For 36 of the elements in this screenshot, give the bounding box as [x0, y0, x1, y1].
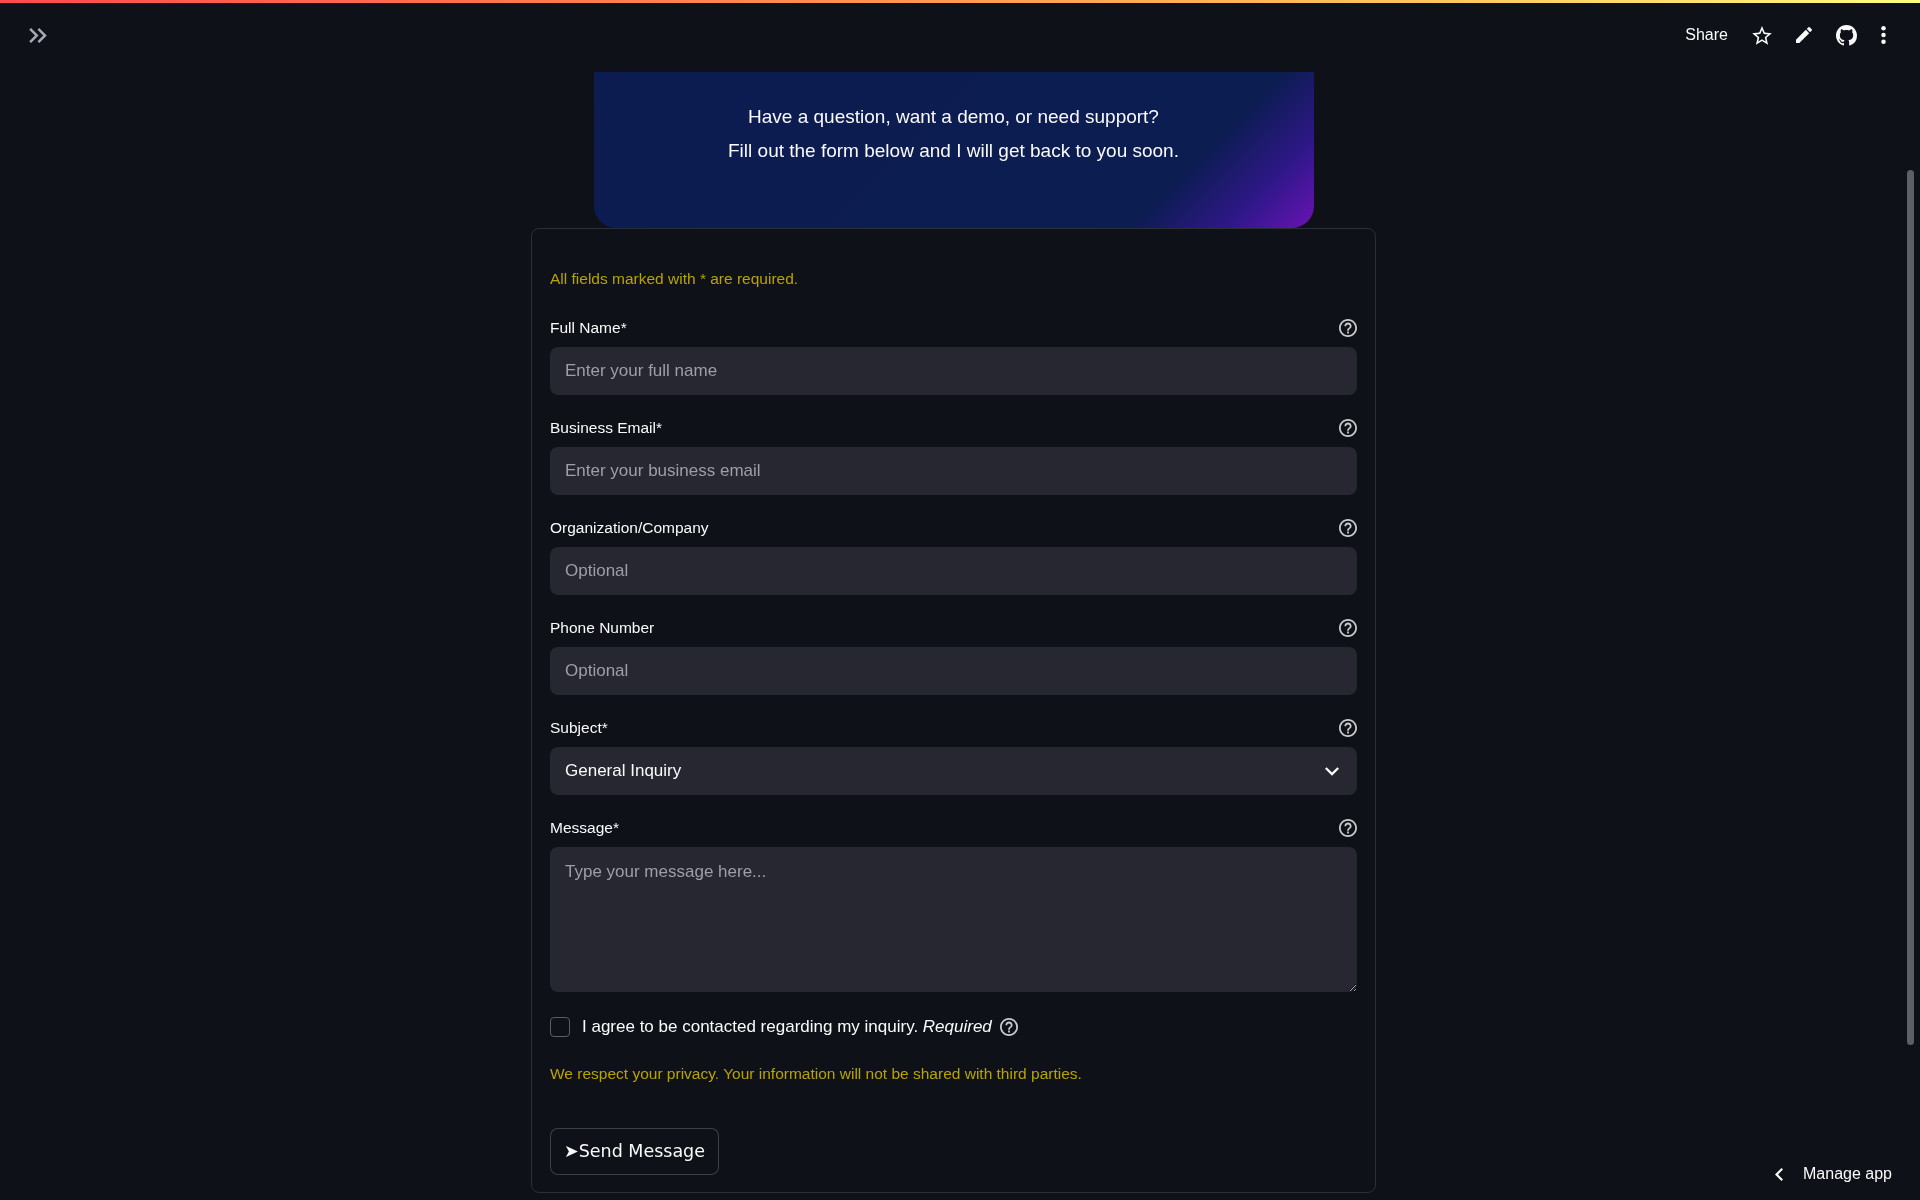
help-icon[interactable]	[1339, 519, 1357, 537]
field-label: Full Name*	[550, 318, 627, 338]
help-icon[interactable]	[1339, 619, 1357, 637]
field-label: Business Email*	[550, 418, 662, 438]
send-message-button[interactable]: ➤Send Message	[550, 1128, 719, 1175]
field-label: Organization/Company	[550, 518, 709, 538]
input-field[interactable]: Optional	[550, 547, 1357, 595]
required-note: All fields marked with * are required.	[550, 269, 799, 289]
kebab-menu-icon[interactable]	[1881, 26, 1886, 44]
banner-text: Have a question, want a demo, or need support?	[748, 105, 1159, 129]
banner-text: Fill out the form below and I will get back to you soon.	[728, 139, 1179, 163]
pencil-icon[interactable]	[1796, 27, 1812, 43]
help-icon[interactable]	[1339, 819, 1357, 837]
star-icon[interactable]	[1752, 25, 1772, 45]
input-field[interactable]: Optional	[550, 647, 1357, 695]
input-field[interactable]: Enter your full name	[550, 347, 1357, 395]
field-label: Phone Number	[550, 618, 655, 638]
input-field[interactable]: Enter your business email	[550, 447, 1357, 495]
field-label: Message*	[550, 818, 619, 838]
github-icon[interactable]	[1836, 24, 1857, 46]
double-chevron-icon[interactable]	[29, 27, 47, 43]
scrollbar-thumb[interactable]	[1907, 170, 1914, 1045]
checkbox[interactable]	[550, 1017, 570, 1037]
help-icon[interactable]	[1339, 719, 1357, 737]
chevron-down-icon	[1325, 766, 1339, 776]
textarea-field[interactable]: Type your message here...	[550, 847, 1357, 992]
help-icon[interactable]	[1339, 319, 1357, 337]
help-icon[interactable]	[1339, 419, 1357, 437]
share-link[interactable]: Share	[1685, 24, 1728, 46]
dropdown-field[interactable]: General Inquiry	[550, 747, 1357, 795]
manage-app-button[interactable]: Manage app	[1775, 1163, 1892, 1185]
privacy-note: We respect your privacy. Your information will not be shared with third parties.	[550, 1064, 1082, 1084]
help-icon[interactable]	[999, 1018, 1018, 1036]
chevron-left-icon	[1775, 1167, 1784, 1181]
consent-label: I agree to be contacted regarding my inquiry. Required	[582, 1016, 992, 1038]
field-label: Subject*	[550, 718, 608, 738]
